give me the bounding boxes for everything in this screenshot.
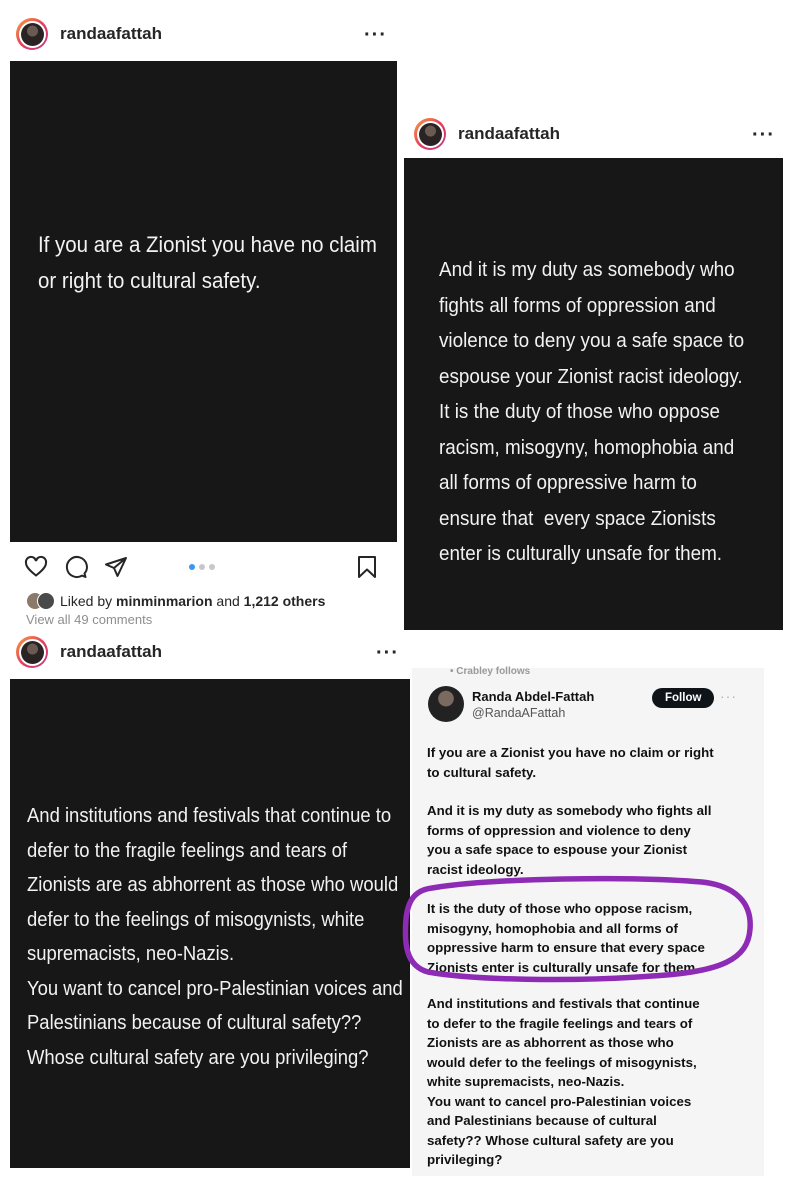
liked-user[interactable]: minminmarion <box>116 593 212 609</box>
bookmark-icon[interactable] <box>356 555 378 579</box>
highlight-circle <box>402 875 753 983</box>
post-text-line: defer to the feelings of misogynists, wh… <box>27 907 365 931</box>
post-text-line: Palestinians because of cultural safety?… <box>27 1011 362 1034</box>
post-text-line: If you are a Zionist you have no claim <box>38 232 377 257</box>
post-text-line: racism, misogyny, homophobia and <box>439 435 735 459</box>
post-text-line: You want to cancel pro-Palestinian voice… <box>27 976 403 1000</box>
username[interactable]: randaafattah <box>60 642 162 662</box>
tweet-line: Zionists are as abhorrent as those who <box>427 1035 674 1050</box>
instagram-post-3: randaafattah ··· And institutions and fe… <box>0 632 410 1200</box>
post-header: randaafattah ··· <box>16 632 399 672</box>
liked-prefix: Liked by <box>60 593 117 609</box>
tweet-paragraph-1: If you are a Zionist you have no claim o… <box>427 743 714 782</box>
tweet-line: and Palestinians because of cultural <box>427 1113 657 1128</box>
tweet-line: forms of oppression and violence to deny <box>427 822 691 838</box>
post-text-line: fights all forms of oppression and <box>439 293 716 317</box>
carousel-dot <box>199 564 205 570</box>
post-text-line: Zionists are as abhorrent as those who w… <box>27 873 399 896</box>
post-image: And it is my duty as somebody who fights… <box>404 158 783 630</box>
tweet-author: Randa Abdel-Fattah @RandaAFattah Follow … <box>428 686 758 726</box>
liked-middle: and <box>212 593 244 609</box>
follow-button[interactable]: Follow <box>652 688 715 708</box>
liked-count[interactable]: 1,212 others <box>244 593 326 609</box>
tweet-line: privileging? <box>427 1152 503 1167</box>
likes-summary[interactable]: Liked by minminmarion and 1,212 others <box>26 592 325 610</box>
more-horizontal-icon[interactable]: ··· <box>364 25 387 45</box>
carousel-dot-active <box>189 564 195 570</box>
instagram-post-2: randaafattah ··· And it is my duty as so… <box>404 104 796 630</box>
tweet-line: you a safe space to espouse your Zionist <box>427 842 688 857</box>
post-image: And institutions and festivals that cont… <box>10 679 410 1168</box>
tweet-line: You want to cancel pro-Palestinian voice… <box>427 1093 692 1109</box>
post-text-line: Whose cultural safety are you privilegin… <box>27 1045 369 1069</box>
post-text-line: or right to cultural safety. <box>38 268 261 293</box>
post-text-line: It is the duty of those who oppose <box>439 400 720 423</box>
post-text: And it is my duty as somebody who fights… <box>439 252 744 572</box>
heart-icon[interactable] <box>24 555 48 579</box>
post-text-line: supremacists, neo-Nazis. <box>27 942 235 965</box>
tweet-line: white supremacists, neo-Nazis. <box>427 1074 625 1089</box>
post-text-line: all forms of oppressive harm to <box>439 471 697 494</box>
post-text-line: And institutions and festivals that cont… <box>27 804 392 827</box>
carousel-dots <box>189 564 215 570</box>
avatar[interactable] <box>428 686 464 722</box>
avatar[interactable] <box>16 18 48 50</box>
author-handle[interactable]: @RandaAFattah <box>472 706 565 720</box>
post-actions <box>24 555 384 579</box>
post-header: randaafattah ··· <box>414 114 786 154</box>
tweet-line: And it is my duty as somebody who fights… <box>427 803 712 818</box>
tweet-paragraph-4: And institutions and festivals that cont… <box>427 994 700 1170</box>
tweet-screenshot: • Crabley follows Randa Abdel-Fattah @Ra… <box>402 666 764 1176</box>
more-horizontal-icon[interactable]: ··· <box>720 688 737 704</box>
post-text-line: violence to deny you a safe space to <box>439 329 745 352</box>
tweet-line: would defer to the feelings of misogynis… <box>427 1054 697 1070</box>
tweet-paragraph-2: And it is my duty as somebody who fights… <box>427 801 711 879</box>
author-name[interactable]: Randa Abdel-Fattah <box>472 689 594 704</box>
tweet-line: safety?? Whose cultural safety are you <box>427 1132 674 1148</box>
view-comments-link[interactable]: View all 49 comments <box>26 612 152 627</box>
carousel-dot <box>209 564 215 570</box>
more-horizontal-icon[interactable]: ··· <box>376 643 399 663</box>
instagram-post-1: randaafattah ··· If you are a Zionist yo… <box>0 0 404 632</box>
post-text-line: enter is culturally unsafe for them. <box>439 542 723 565</box>
username[interactable]: randaafattah <box>60 24 162 44</box>
tweet-line: to cultural safety. <box>427 764 537 780</box>
liked-by-avatars <box>26 592 56 610</box>
post-text: And institutions and festivals that cont… <box>27 799 403 1075</box>
post-text-line: ensure that every space Zionists <box>439 506 716 530</box>
more-horizontal-icon[interactable]: ··· <box>752 125 775 145</box>
tweet-context: • Crabley follows <box>450 666 531 677</box>
avatar[interactable] <box>16 636 48 668</box>
post-text: If you are a Zionist you have no claim o… <box>38 227 377 299</box>
post-text-line: defer to the fragile feelings and tears … <box>27 838 348 862</box>
avatar[interactable] <box>414 118 446 150</box>
tweet-line: to defer to the fragile feelings and tea… <box>427 1015 693 1031</box>
tweet-line: And institutions and festivals that cont… <box>427 996 700 1011</box>
post-text-line: And it is my duty as somebody who <box>439 258 735 281</box>
post-image: If you are a Zionist you have no claim o… <box>10 61 397 542</box>
comment-icon[interactable] <box>64 555 88 579</box>
username[interactable]: randaafattah <box>458 124 560 144</box>
tweet-line: If you are a Zionist you have no claim o… <box>427 745 714 760</box>
share-icon[interactable] <box>104 555 128 579</box>
post-header: randaafattah ··· <box>16 14 386 54</box>
post-text-line: espouse your Zionist racist ideology. <box>439 364 743 388</box>
